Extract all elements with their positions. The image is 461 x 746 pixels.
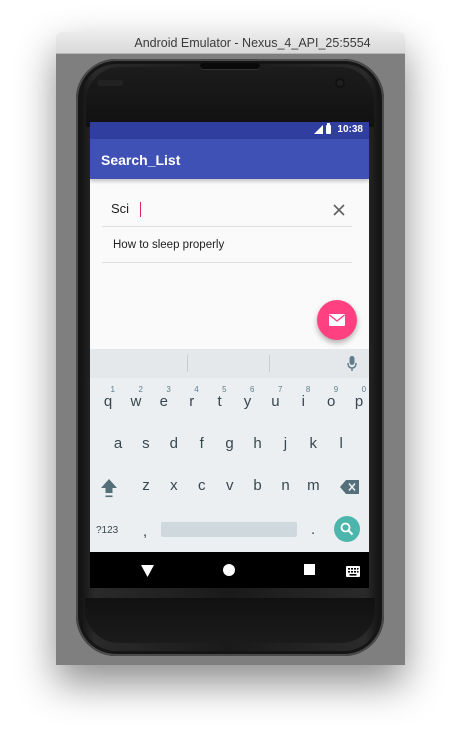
navigation-bar	[90, 552, 369, 588]
battery-icon	[326, 123, 332, 134]
phone-bottom-bezel	[85, 598, 375, 643]
app-title: Search_List	[101, 152, 181, 168]
symbols-key[interactable]: ?123	[96, 525, 118, 536]
key-hint: 6	[250, 385, 255, 394]
search-input[interactable]	[111, 201, 311, 216]
key-k[interactable]: k	[299, 435, 327, 452]
list-item-label: How to sleep properly	[113, 239, 225, 251]
status-bar: 10:38	[90, 122, 369, 139]
key-label: w	[130, 393, 142, 410]
home-icon[interactable]	[223, 564, 235, 576]
key-w[interactable]: 2w	[122, 385, 150, 410]
mail-icon	[329, 314, 345, 326]
key-v[interactable]: v	[216, 477, 244, 494]
front-camera	[335, 78, 345, 88]
key-t[interactable]: 5t	[206, 385, 234, 410]
key-label: q	[103, 393, 113, 410]
comma-key[interactable]: ,	[143, 523, 147, 540]
keyboard-row-1: 1q2w3e4r5t6y7u8i9o0p	[90, 385, 369, 419]
soft-keyboard: 1q2w3e4r5t6y7u8i9o0p asdfghjkl zxcvbnm ?…	[90, 349, 369, 552]
key-hint: 0	[361, 385, 367, 394]
key-label: u	[271, 393, 280, 410]
key-a[interactable]: a	[104, 435, 132, 452]
device-screen: 10:38 Search_List How to sleep properly …	[90, 122, 369, 588]
key-u[interactable]: 7u	[261, 385, 289, 410]
search-bar	[102, 194, 352, 227]
suggestion-strip	[90, 349, 369, 378]
key-i[interactable]: 8i	[289, 385, 317, 410]
key-g[interactable]: g	[216, 435, 244, 452]
key-d[interactable]: d	[160, 435, 188, 452]
app-bar: Search_List	[90, 139, 369, 179]
key-n[interactable]: n	[272, 477, 300, 494]
keyboard-switch-icon[interactable]	[346, 564, 360, 582]
key-hint: 3	[166, 385, 171, 394]
mic-icon[interactable]	[347, 356, 357, 377]
close-icon[interactable]	[330, 201, 348, 219]
key-m[interactable]: m	[299, 477, 327, 494]
key-f[interactable]: f	[188, 435, 216, 452]
key-hint: 4	[194, 385, 199, 394]
status-time: 10:38	[337, 124, 363, 135]
key-label: t	[217, 393, 222, 410]
key-p[interactable]: 0p	[345, 385, 369, 410]
keyboard-row-3: zxcvbnm	[90, 477, 369, 503]
key-hint: 7	[277, 385, 283, 394]
key-o[interactable]: 9o	[317, 385, 345, 410]
key-l[interactable]: l	[327, 435, 355, 452]
key-hint: 8	[305, 385, 311, 394]
window-titlebar: Android Emulator - Nexus_4_API_25:5554	[56, 32, 405, 54]
key-label: y	[243, 393, 252, 410]
key-r[interactable]: 4r	[178, 385, 206, 410]
suggestion-divider	[187, 355, 188, 372]
key-c[interactable]: c	[188, 477, 216, 494]
key-h[interactable]: h	[244, 435, 272, 452]
key-z[interactable]: z	[132, 477, 160, 494]
phone-top-bezel	[86, 67, 374, 127]
list-item[interactable]: How to sleep properly	[102, 228, 352, 263]
key-label: o	[327, 393, 336, 410]
text-cursor	[140, 202, 141, 217]
keyboard-row-2: asdfghjkl	[90, 435, 369, 461]
key-e[interactable]: 3e	[150, 385, 178, 410]
search-key[interactable]	[334, 516, 360, 542]
recents-icon[interactable]	[304, 564, 315, 575]
signal-icon	[314, 125, 324, 134]
key-label: e	[159, 393, 168, 410]
suggestion-divider	[269, 355, 270, 372]
key-s[interactable]: s	[132, 435, 160, 452]
key-label: p	[354, 393, 364, 410]
key-hint: 2	[138, 385, 143, 394]
space-key[interactable]	[161, 522, 297, 537]
back-icon[interactable]	[141, 564, 154, 582]
proximity-sensor	[97, 80, 123, 86]
key-b[interactable]: b	[244, 477, 272, 494]
shift-key[interactable]	[99, 477, 119, 504]
earpiece-speaker	[200, 63, 260, 69]
window-title: Android Emulator - Nexus_4_API_25:5554	[134, 36, 371, 50]
mail-fab-button[interactable]	[317, 300, 357, 340]
key-q[interactable]: 1q	[94, 385, 122, 410]
key-x[interactable]: x	[160, 477, 188, 494]
key-j[interactable]: j	[271, 435, 299, 452]
key-y[interactable]: 6y	[234, 385, 262, 410]
key-hint: 1	[110, 385, 115, 394]
key-label: i	[301, 393, 305, 410]
search-icon	[340, 522, 354, 536]
keyboard-row-4: ?123 , .	[90, 516, 369, 547]
period-key[interactable]: .	[311, 521, 315, 538]
key-label: r	[189, 393, 195, 410]
key-hint: 5	[222, 385, 227, 394]
key-hint: 9	[333, 385, 339, 394]
backspace-key[interactable]	[340, 480, 360, 499]
